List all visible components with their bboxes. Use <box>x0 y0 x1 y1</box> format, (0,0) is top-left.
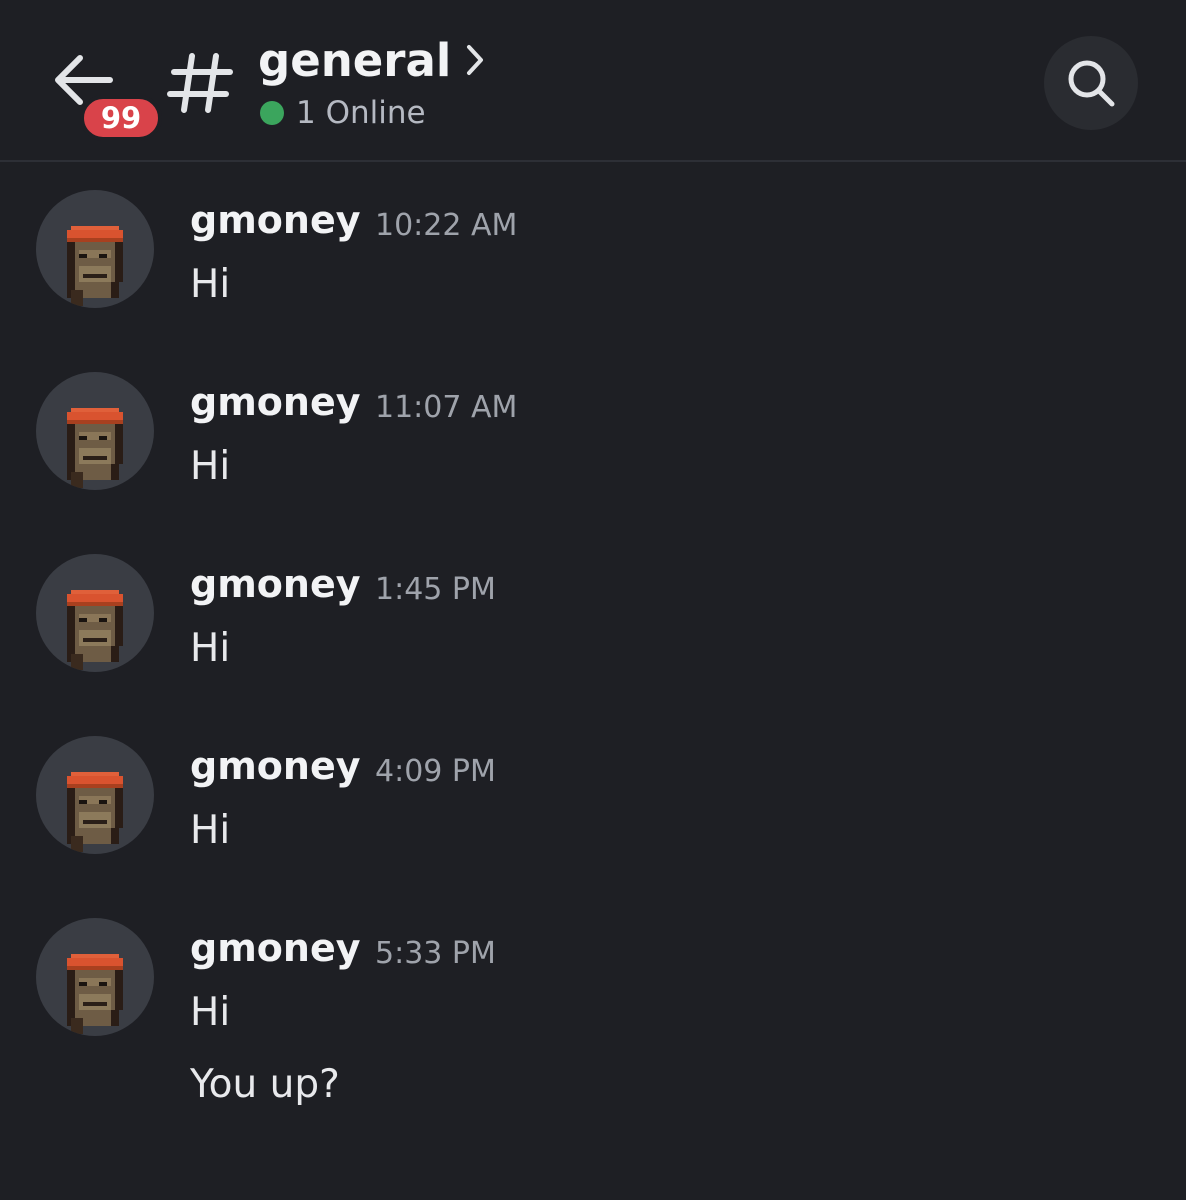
channel-name: general <box>258 33 452 87</box>
unread-badge: 99 <box>80 95 162 141</box>
message-text: You up? <box>190 1062 340 1107</box>
message-timestamp: 11:07 AM <box>375 390 518 425</box>
search-icon <box>1068 60 1115 107</box>
user-avatar[interactable] <box>36 372 154 490</box>
chevron-right-icon <box>467 45 484 75</box>
search-button[interactable] <box>1044 36 1138 130</box>
message-text: Hi <box>190 626 231 671</box>
message-timestamp: 5:33 PM <box>375 936 496 971</box>
message-timestamp: 1:45 PM <box>375 572 496 607</box>
online-count: 1 Online <box>296 95 426 131</box>
user-avatar[interactable] <box>36 554 154 672</box>
message-username[interactable]: gmoney <box>190 744 361 788</box>
user-avatar[interactable] <box>36 736 154 854</box>
message-username[interactable]: gmoney <box>190 380 361 424</box>
pixel-ape-avatar <box>67 408 123 488</box>
user-avatar[interactable] <box>36 918 154 1036</box>
pixel-ape-avatar <box>67 590 123 670</box>
online-status: 1 Online <box>260 92 426 134</box>
message-username[interactable]: gmoney <box>190 198 361 242</box>
user-avatar[interactable] <box>36 190 154 308</box>
pixel-ape-avatar <box>67 954 123 1034</box>
online-indicator-icon <box>260 101 284 125</box>
pixel-ape-avatar <box>67 772 123 852</box>
hash-icon <box>167 53 233 113</box>
message-text: Hi <box>190 808 231 853</box>
message-username[interactable]: gmoney <box>190 562 361 606</box>
message-text: Hi <box>190 990 231 1035</box>
message-text: Hi <box>190 262 231 307</box>
pixel-ape-avatar <box>67 226 123 306</box>
message-timestamp: 10:22 AM <box>375 208 518 243</box>
channel-title-button[interactable]: general <box>258 28 485 92</box>
message-text: Hi <box>190 444 231 489</box>
channel-header: 99 general 1 Online <box>0 0 1186 162</box>
message-timestamp: 4:09 PM <box>375 754 496 789</box>
message-username[interactable]: gmoney <box>190 926 361 970</box>
